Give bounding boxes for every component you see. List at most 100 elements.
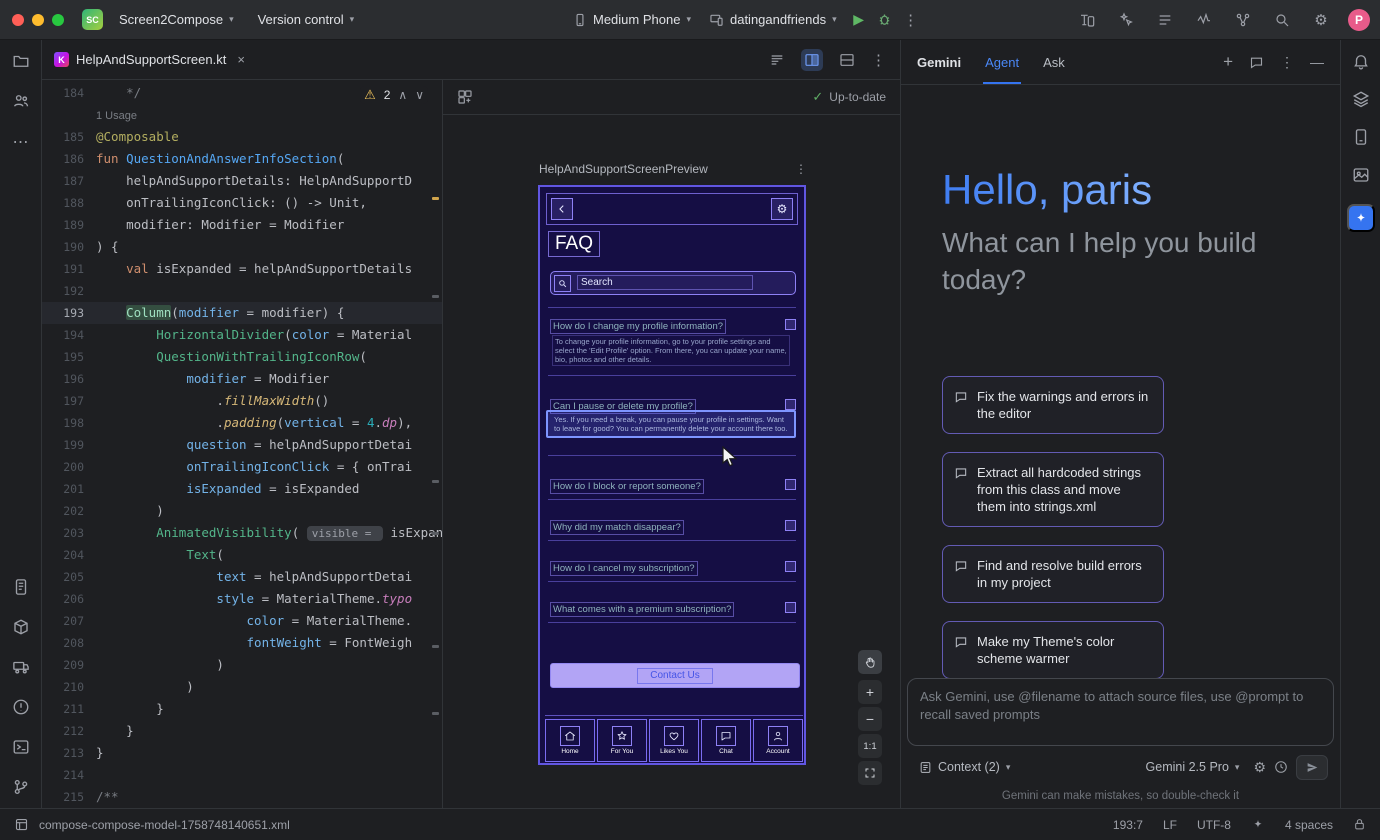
- toolwindow-project-button[interactable]: [12, 52, 30, 70]
- code-line[interactable]: 185@Composable: [42, 126, 442, 148]
- caret-position[interactable]: 193:7: [1113, 818, 1143, 832]
- vcs-menu[interactable]: Version control▾: [250, 8, 363, 31]
- tab-ask[interactable]: Ask: [1043, 40, 1065, 84]
- avatar[interactable]: P: [1348, 9, 1370, 31]
- editor-options-button[interactable]: ⋮: [871, 51, 886, 69]
- code-line[interactable]: 215/**: [42, 786, 442, 808]
- close-tab-icon[interactable]: ×: [237, 52, 245, 67]
- settings-button[interactable]: ⚙: [1309, 8, 1333, 32]
- gemini-settings-button[interactable]: ⚙: [1253, 759, 1266, 776]
- suggestion-card[interactable]: Find and resolve build errors in my proj…: [942, 545, 1164, 603]
- code-line[interactable]: 192: [42, 280, 442, 302]
- code-line[interactable]: 213}: [42, 742, 442, 764]
- faq-question-row[interactable]: What comes with a premium subscription?: [550, 600, 798, 616]
- chat-history-button[interactable]: [1249, 55, 1264, 70]
- toolwindow-terminal-button[interactable]: [12, 738, 30, 756]
- build-insights-button[interactable]: [1231, 8, 1255, 32]
- toolwindow-resource-manager-button[interactable]: [1352, 166, 1370, 184]
- pan-tool-button[interactable]: [858, 650, 882, 674]
- code-line[interactable]: 206 style = MaterialTheme.typo: [42, 588, 442, 610]
- more-toolwindows-button[interactable]: ⋯: [13, 132, 29, 152]
- context-selector[interactable]: Context (2) ▾: [913, 759, 1016, 775]
- toolwindow-profiler-button[interactable]: [1352, 90, 1370, 108]
- zoom-to-fit-button[interactable]: [858, 761, 882, 785]
- preview-options-icon[interactable]: ⋮: [795, 162, 807, 176]
- code-line[interactable]: 203 AnimatedVisibility( visible = isExpa…: [42, 522, 442, 544]
- editor-tab[interactable]: K HelpAndSupportScreen.kt ×: [42, 40, 257, 79]
- line-separator[interactable]: LF: [1163, 818, 1177, 832]
- code-view-button[interactable]: [769, 52, 785, 68]
- inspection-widget[interactable]: ⚠ 2 ∧ ∨: [360, 86, 428, 104]
- gemini-prompt-input[interactable]: [908, 679, 1333, 745]
- run-config-selector[interactable]: datingandfriends▾: [701, 8, 845, 31]
- preview-contact-button[interactable]: Contact Us: [550, 663, 800, 688]
- code-line[interactable]: 201 isExpanded = isExpanded: [42, 478, 442, 500]
- zoom-actual-size-button[interactable]: 1:1: [858, 734, 882, 758]
- code-line[interactable]: 188 onTrailingIconClick: () -> Unit,: [42, 192, 442, 214]
- indent-style[interactable]: 4 spaces: [1285, 818, 1333, 832]
- tab-agent[interactable]: Agent: [985, 40, 1019, 84]
- suggestion-card[interactable]: Extract all hardcoded strings from this …: [942, 452, 1164, 527]
- code-line[interactable]: 212 }: [42, 720, 442, 742]
- design-view-button[interactable]: [839, 52, 855, 68]
- code-line[interactable]: 204 Text(: [42, 544, 442, 566]
- nav-item-account[interactable]: Account: [753, 719, 803, 762]
- faq-question-row[interactable]: How do I block or report someone?: [550, 477, 798, 493]
- ai-actions-button[interactable]: [1114, 8, 1138, 32]
- code-line[interactable]: 208 fontWeight = FontWeigh: [42, 632, 442, 654]
- faq-trailing-icon-box[interactable]: [785, 319, 796, 330]
- toolwindow-device-manager-button[interactable]: [1352, 128, 1370, 146]
- suggestion-card[interactable]: Fix the warnings and errors in the edito…: [942, 376, 1164, 434]
- panel-options-button[interactable]: ⋮: [1280, 54, 1294, 71]
- faq-trailing-icon-box[interactable]: [785, 399, 796, 410]
- code-line[interactable]: 211 }: [42, 698, 442, 720]
- toolwindow-app-inspection-button[interactable]: [12, 658, 30, 676]
- code-line[interactable]: 207 color = MaterialTheme.: [42, 610, 442, 632]
- device-mirroring-button[interactable]: [1075, 8, 1099, 32]
- zoom-out-button[interactable]: −: [858, 707, 882, 731]
- faq-question-row[interactable]: How do I cancel my subscription?: [550, 559, 798, 575]
- prev-issue-icon[interactable]: ∧: [398, 88, 407, 102]
- faq-trailing-icon-box[interactable]: [785, 602, 796, 613]
- faq-trailing-icon-box[interactable]: [785, 561, 796, 572]
- code-line[interactable]: 198 .padding(vertical = 4.dp),: [42, 412, 442, 434]
- faq-trailing-icon-box[interactable]: [785, 479, 796, 490]
- code-line[interactable]: 195 QuestionWithTrailingIconRow(: [42, 346, 442, 368]
- code-line[interactable]: 190) {: [42, 236, 442, 258]
- toolwindow-logcat-button[interactable]: [12, 578, 30, 596]
- file-encoding[interactable]: UTF-8: [1197, 818, 1231, 832]
- ui-check-button[interactable]: [457, 89, 473, 105]
- fullscreen-window-button[interactable]: [52, 14, 64, 26]
- code-line[interactable]: 186fun QuestionAndAnswerInfoSection(: [42, 148, 442, 170]
- compose-preview-canvas[interactable]: ⚙ FAQ Search How do I change my profile …: [538, 185, 806, 765]
- model-selector[interactable]: Gemini 2.5 Pro ▾: [1140, 759, 1246, 775]
- more-run-actions-button[interactable]: ⋮: [899, 8, 923, 32]
- code-line[interactable]: 209 ): [42, 654, 442, 676]
- device-selector[interactable]: Medium Phone▾: [565, 8, 699, 31]
- run-button[interactable]: ▶: [847, 8, 871, 32]
- code-line[interactable]: 205 text = helpAndSupportDetai: [42, 566, 442, 588]
- nav-item-home[interactable]: Home: [545, 719, 595, 762]
- code-line[interactable]: 187 helpAndSupportDetails: HelpAndSuppor…: [42, 170, 442, 192]
- code-line[interactable]: 191 val isExpanded = helpAndSupportDetai…: [42, 258, 442, 280]
- code-line[interactable]: 193 Column(modifier = modifier) {: [42, 302, 442, 324]
- code-line[interactable]: 1 Usage: [42, 104, 442, 126]
- zoom-in-button[interactable]: +: [858, 680, 882, 704]
- new-chat-button[interactable]: +: [1223, 52, 1233, 72]
- code-line[interactable]: 200 onTrailingIconClick = { onTrai: [42, 456, 442, 478]
- readonly-toggle[interactable]: [1353, 818, 1366, 831]
- toolwindow-problems-button[interactable]: [12, 698, 30, 716]
- faq-question-row[interactable]: How do I change my profile information?: [550, 317, 798, 333]
- code-line[interactable]: 197 .fillMaxWidth(): [42, 390, 442, 412]
- toolwindow-build-button[interactable]: [12, 618, 30, 636]
- profiler-button[interactable]: [1192, 8, 1216, 32]
- status-file-name[interactable]: compose-compose-model-1758748140651.xml: [39, 818, 290, 832]
- hide-panel-button[interactable]: —: [1310, 54, 1324, 70]
- suggestion-card[interactable]: Make my Theme's color scheme warmer: [942, 621, 1164, 679]
- split-view-button[interactable]: [801, 49, 823, 71]
- code-line[interactable]: 196 modifier = Modifier: [42, 368, 442, 390]
- debug-button[interactable]: [873, 8, 897, 32]
- next-issue-icon[interactable]: ∨: [415, 88, 424, 102]
- nav-item-likes-you[interactable]: Likes You: [649, 719, 699, 762]
- ai-status-button[interactable]: [1251, 818, 1265, 832]
